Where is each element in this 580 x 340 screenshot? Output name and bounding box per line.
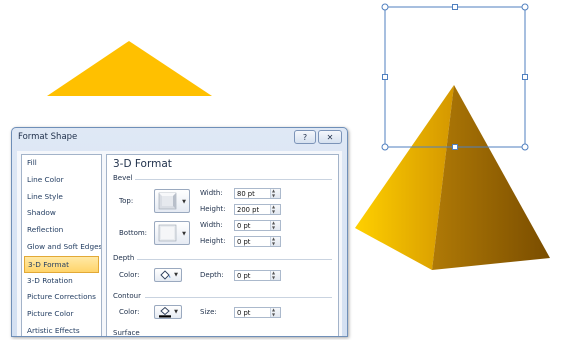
resize-handle[interactable] [452,144,458,150]
contour-color-label: Color: [119,308,140,316]
category-item-3d-rotation[interactable]: 3-D Rotation [22,273,101,290]
resize-handle[interactable] [381,3,389,11]
chevron-down-icon: ▼ [174,272,178,278]
spinner-arrows[interactable]: ▲ ▼ [270,205,280,214]
bevel-preview-icon [158,224,177,242]
resize-handle[interactable] [382,74,388,80]
format-shape-dialog: Format Shape ? ✕ Fill Line Color Line St… [11,127,348,337]
dialog-titlebar[interactable]: Format Shape ? ✕ [12,128,347,148]
category-item-shadow[interactable]: Shadow [22,205,101,222]
category-item-fill[interactable]: Fill [22,155,101,172]
paint-bucket-icon [160,270,171,280]
bevel-divider [135,179,332,180]
contour-size-spinner[interactable]: 0 pt ▲ ▼ [234,307,281,318]
top-width-label: Width: [200,189,223,197]
contour-color-button[interactable]: ▼ [154,305,182,319]
bottom-width-value: 0 pt [237,222,251,230]
depth-color-label: Color: [119,271,140,279]
spinner-arrows[interactable]: ▲ ▼ [270,308,280,317]
category-item-picture-corrections[interactable]: Picture Corrections [22,289,101,306]
triangle-shape[interactable] [47,41,212,96]
bevel-preview-icon [158,192,177,210]
top-width-spinner[interactable]: 80 pt ▲ ▼ [234,188,281,199]
resize-handle[interactable] [381,143,389,151]
spinner-arrows[interactable]: ▲ ▼ [270,221,280,230]
bottom-height-label: Height: [200,237,226,245]
category-item-glow[interactable]: Glow and Soft Edges [22,239,101,256]
depth-value: 0 pt [237,272,251,280]
bevel-top-label: Top: [119,197,134,205]
category-item-line-color[interactable]: Line Color [22,172,101,189]
top-width-value: 80 pt [237,190,255,198]
chevron-down-icon: ▼ [182,199,186,205]
bevel-bottom-label: Bottom: [119,229,148,237]
depth-divider [137,259,332,260]
contour-group-label: Contour [113,292,141,300]
resize-handle[interactable] [452,4,458,10]
chevron-down-icon: ▼ [174,309,178,315]
dialog-client: Fill Line Color Line Style Shadow Reflec… [17,151,342,337]
resize-handle[interactable] [521,143,529,151]
bevel-bottom-gallery[interactable]: ▼ [154,221,190,245]
category-item-line-style[interactable]: Line Style [22,189,101,206]
top-height-label: Height: [200,205,226,213]
resize-handle[interactable] [522,74,528,80]
contour-size-label: Size: [200,308,217,316]
chevron-down-icon: ▼ [182,231,186,237]
category-item-3d-format[interactable]: 3-D Format [24,255,99,273]
bottom-height-spinner[interactable]: 0 pt ▲ ▼ [234,236,281,247]
depth-label: Depth: [200,271,224,279]
pyramid-shape[interactable] [355,85,550,270]
category-item-picture-color[interactable]: Picture Color [22,306,101,323]
top-height-value: 200 pt [237,206,260,214]
close-button[interactable]: ✕ [318,130,342,144]
paint-bucket-icon [159,307,171,318]
bottom-width-spinner[interactable]: 0 pt ▲ ▼ [234,220,281,231]
help-button[interactable]: ? [294,130,316,144]
settings-panel: 3-D Format Bevel Top: ▼ Width: 80 pt ▲ ▼ … [106,154,339,337]
category-list: Fill Line Color Line Style Shadow Reflec… [21,154,102,336]
contour-divider [145,297,332,298]
resize-handle[interactable] [521,3,529,11]
contour-size-value: 0 pt [237,309,251,317]
bevel-group-label: Bevel [113,174,133,182]
depth-color-button[interactable]: ▼ [154,268,182,282]
spinner-arrows[interactable]: ▲ ▼ [270,189,280,198]
spinner-arrows[interactable]: ▲ ▼ [270,237,280,246]
bottom-width-label: Width: [200,221,223,229]
bevel-top-gallery[interactable]: ▼ [154,189,190,213]
top-height-spinner[interactable]: 200 pt ▲ ▼ [234,204,281,215]
depth-group-label: Depth [113,254,135,262]
spinner-arrows[interactable]: ▲ ▼ [270,271,280,280]
surface-group-label: Surface [113,329,140,337]
dialog-title: Format Shape [18,132,78,142]
depth-spinner[interactable]: 0 pt ▲ ▼ [234,270,281,281]
bottom-height-value: 0 pt [237,238,251,246]
category-item-reflection[interactable]: Reflection [22,222,101,239]
category-item-artistic-effects[interactable]: Artistic Effects [22,323,101,340]
panel-title: 3-D Format [113,158,172,170]
